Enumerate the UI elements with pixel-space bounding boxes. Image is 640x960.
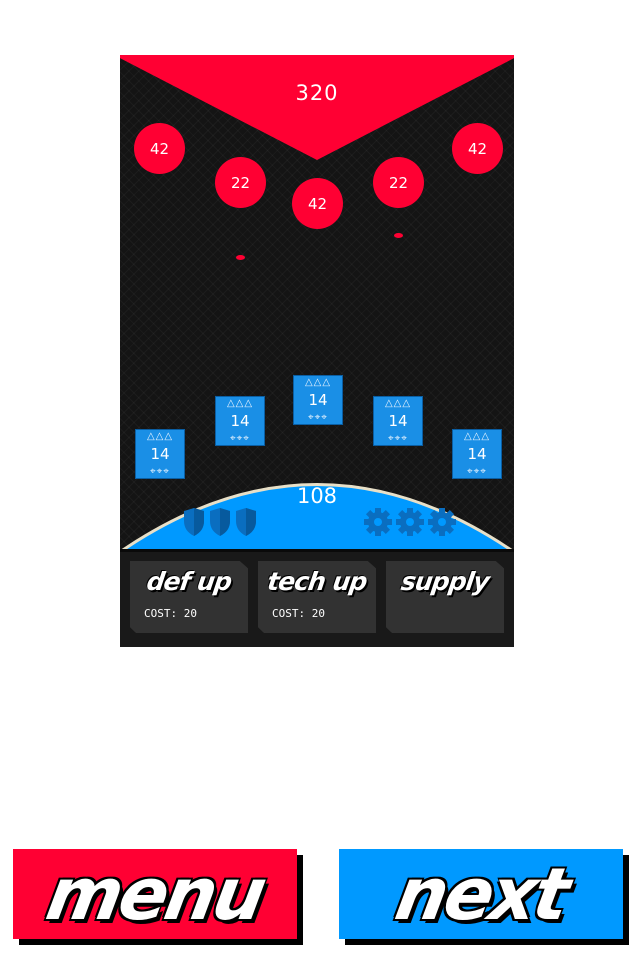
gear-row (363, 507, 457, 537)
next-button-label: next (389, 852, 573, 936)
crosshair-icon: ⌖⌖⌖ (388, 433, 408, 444)
enemy-unit: 42 (292, 178, 343, 229)
supply-label: supply (399, 567, 491, 596)
enemy-unit-hp: 22 (230, 173, 251, 192)
tech-up-button[interactable]: tech up COST: 20 (258, 561, 376, 633)
enemy-base-hp: 320 (295, 81, 339, 105)
def-up-label: def up (144, 567, 234, 596)
enemy-unit-hp: 22 (388, 173, 409, 192)
tech-up-label: tech up (265, 567, 369, 596)
triangle-icon: △△△ (384, 398, 412, 409)
gear-icon (396, 508, 424, 536)
enemy-unit-hp: 42 (149, 139, 170, 158)
player-unit-hp: 14 (388, 412, 408, 430)
game-board: 320 42 22 42 22 42 △△△ 14 ⌖⌖⌖ △△△ 14 ⌖⌖⌖… (120, 55, 514, 647)
triangle-icon: △△△ (146, 431, 174, 442)
player-base-hp: 108 (296, 484, 338, 508)
crosshair-icon: ⌖⌖⌖ (230, 433, 250, 444)
gear-icon (364, 508, 392, 536)
enemy-unit: 42 (134, 123, 185, 174)
player-unit[interactable]: △△△ 14 ⌖⌖⌖ (215, 396, 265, 446)
gear-icon (428, 508, 456, 536)
tech-up-cost: COST: 20 (272, 607, 325, 620)
shield-icon (210, 508, 230, 536)
triangle-icon: △△△ (304, 377, 332, 388)
triangle-icon: △△△ (463, 431, 491, 442)
triangle-icon: △△△ (226, 398, 254, 409)
next-button[interactable]: next (339, 849, 623, 939)
def-up-button[interactable]: def up COST: 20 (130, 561, 248, 633)
enemy-projectile (236, 255, 245, 260)
player-unit[interactable]: △△△ 14 ⌖⌖⌖ (293, 375, 343, 425)
enemy-unit: 22 (373, 157, 424, 208)
shield-icon (184, 508, 204, 536)
shield-icon (236, 508, 256, 536)
supply-button[interactable]: supply (386, 561, 504, 633)
menu-button-label: menu (40, 852, 270, 936)
player-unit-hp: 14 (308, 391, 328, 409)
def-up-cost: COST: 20 (144, 607, 197, 620)
menu-button[interactable]: menu (13, 849, 297, 939)
player-unit[interactable]: △△△ 14 ⌖⌖⌖ (373, 396, 423, 446)
enemy-projectile (394, 233, 403, 238)
enemy-unit-hp: 42 (467, 139, 488, 158)
enemy-unit: 42 (452, 123, 503, 174)
crosshair-icon: ⌖⌖⌖ (308, 412, 328, 423)
player-unit-hp: 14 (230, 412, 250, 430)
shield-row (182, 508, 258, 536)
enemy-unit: 22 (215, 157, 266, 208)
enemy-unit-hp: 42 (307, 194, 328, 213)
